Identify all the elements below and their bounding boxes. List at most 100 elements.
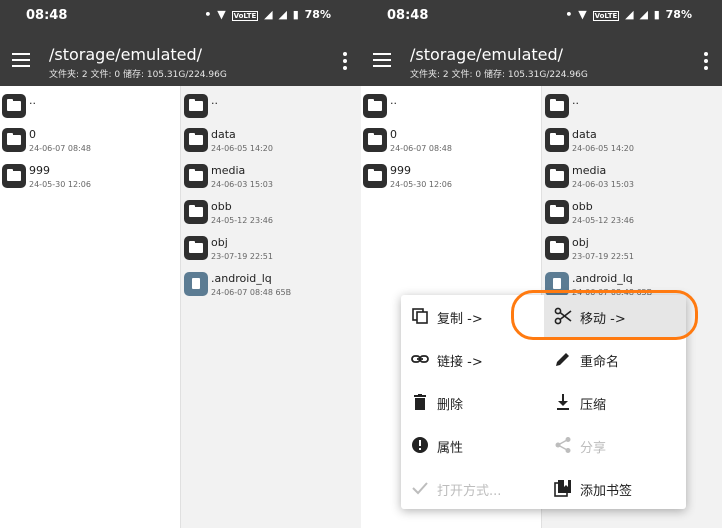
more-options-icon[interactable] <box>343 52 347 70</box>
folder-icon <box>184 164 208 188</box>
file-name: .android_lq <box>572 272 633 285</box>
file-date: 24-06-03 15:03 <box>572 180 634 189</box>
folder-icon <box>2 94 26 118</box>
file-date: 23-07-19 22:51 <box>572 252 634 261</box>
list-item-folder-obb[interactable]: obb 24-05-12 23:46 <box>181 196 361 232</box>
status-icons: • ▼ VoLTE ◢ ◢ ▮ 78% <box>563 8 692 21</box>
file-name: data <box>572 128 597 141</box>
list-item-folder-0[interactable]: 0 24-06-07 08:48 <box>361 124 541 160</box>
folder-icon <box>2 128 26 152</box>
menu-item-label: 复制 -> <box>437 312 483 327</box>
folder-icon <box>184 94 208 118</box>
menu-item-label: 分享 <box>580 441 607 456</box>
file-date: 24-05-12 23:46 <box>572 216 634 225</box>
file-name: .. <box>390 94 397 107</box>
menu-item-rename[interactable]: 重命名 <box>544 338 686 380</box>
file-name: 0 <box>29 128 36 141</box>
menu-icon[interactable] <box>373 53 391 67</box>
folder-icon <box>545 200 569 224</box>
list-item-folder-obj[interactable]: obj 23-07-19 22:51 <box>181 232 361 268</box>
folder-icon <box>2 164 26 188</box>
folder-icon <box>184 200 208 224</box>
battery-icon: ▮ <box>653 8 660 21</box>
list-item-parent-dir[interactable]: .. <box>542 90 722 126</box>
file-name: .. <box>572 94 579 107</box>
highlight-annotation <box>511 290 698 340</box>
list-item-parent-dir[interactable]: .. <box>0 90 180 126</box>
list-item-folder-data[interactable]: data 24-06-05 14:20 <box>542 124 722 160</box>
menu-item-delete[interactable]: 删除 <box>401 381 543 423</box>
share-icon <box>554 436 572 454</box>
path-title: /storage/emulated/ <box>410 45 564 64</box>
list-item-folder-0[interactable]: 0 24-06-07 08:48 <box>0 124 180 160</box>
signal-icon: ◢ <box>639 8 648 21</box>
file-name: obb <box>211 200 232 213</box>
folder-icon <box>545 164 569 188</box>
file-name: media <box>572 164 607 177</box>
status-bar: 08:48 • ▼ VoLTE ◢ ◢ ▮ 78% <box>361 0 722 32</box>
path-title: /storage/emulated/ <box>49 45 203 64</box>
right-file-pane: .. data 24-06-05 14:20 media 24-06-03 15… <box>181 86 361 528</box>
trash-icon <box>411 393 429 411</box>
file-date: 24-05-30 12:06 <box>29 180 91 189</box>
menu-item-link[interactable]: 链接 -> <box>401 338 543 380</box>
more-options-icon[interactable] <box>704 52 708 70</box>
copy-icon <box>411 307 429 325</box>
volte-icon: VoLTE <box>592 11 620 21</box>
file-date: 24-06-05 14:20 <box>572 144 634 153</box>
battery-icon: ▮ <box>292 8 299 21</box>
menu-item-label: 链接 -> <box>437 355 483 370</box>
bookmark-icon <box>554 479 572 497</box>
menu-icon[interactable] <box>12 53 30 67</box>
folder-icon <box>184 128 208 152</box>
list-item-parent-dir[interactable]: .. <box>181 90 361 126</box>
menu-item-add-bookmark[interactable]: 添加书签 <box>544 467 686 509</box>
file-name: .. <box>211 94 218 107</box>
folder-icon <box>363 128 387 152</box>
battery-percent: 78% <box>665 8 692 21</box>
list-item-file-android-lq[interactable]: .android_lq 24-06-07 08:48 65B <box>181 268 361 304</box>
toolbar: /storage/emulated/ 文件夹: 2 文件: 0 储存: 105.… <box>361 32 722 86</box>
menu-item-properties[interactable]: 属性 <box>401 424 543 466</box>
list-item-folder-data[interactable]: data 24-06-05 14:20 <box>181 124 361 160</box>
list-item-folder-media[interactable]: media 24-06-03 15:03 <box>181 160 361 196</box>
file-date: 24-06-05 14:20 <box>211 144 273 153</box>
signal-icon: ◢ <box>625 8 634 21</box>
file-date: 24-06-07 08:48 <box>390 144 452 153</box>
folder-icon <box>363 94 387 118</box>
file-name: obb <box>572 200 593 213</box>
file-name: obj <box>572 236 589 249</box>
list-item-folder-obb[interactable]: obb 24-05-12 23:46 <box>542 196 722 232</box>
wifi-icon: ▼ <box>578 8 587 21</box>
folder-icon <box>184 236 208 260</box>
phone-screen-left: 08:48 • ▼ VoLTE ◢ ◢ ▮ 78% /storage/emula… <box>0 0 361 528</box>
pencil-icon <box>554 350 572 368</box>
menu-item-open-with[interactable]: 打开方式... <box>401 467 543 509</box>
menu-item-label: 属性 <box>437 441 464 456</box>
menu-item-label: 重命名 <box>580 355 620 370</box>
file-date: 24-05-12 23:46 <box>211 216 273 225</box>
storage-summary: 文件夹: 2 文件: 0 储存: 105.31G/224.96G <box>410 70 588 80</box>
status-bar: 08:48 • ▼ VoLTE ◢ ◢ ▮ 78% <box>0 0 361 32</box>
storage-summary: 文件夹: 2 文件: 0 储存: 105.31G/224.96G <box>49 70 227 80</box>
list-item-folder-media[interactable]: media 24-06-03 15:03 <box>542 160 722 196</box>
signal-icon: ◢ <box>264 8 273 21</box>
folder-icon <box>545 128 569 152</box>
status-time: 08:48 <box>387 8 429 23</box>
list-item-folder-999[interactable]: 999 24-05-30 12:06 <box>361 160 541 196</box>
menu-item-compress[interactable]: 压缩 <box>544 381 686 423</box>
list-item-folder-obj[interactable]: obj 23-07-19 22:51 <box>542 232 722 268</box>
menu-item-label: 压缩 <box>580 398 607 413</box>
file-date: 24-06-07 08:48 <box>29 144 91 153</box>
notification-dot-icon: • <box>565 8 573 21</box>
menu-item-label: 打开方式... <box>437 484 502 499</box>
file-name: .. <box>29 94 36 107</box>
list-item-folder-999[interactable]: 999 24-05-30 12:06 <box>0 160 180 196</box>
file-name: 0 <box>390 128 397 141</box>
battery-percent: 78% <box>304 8 331 21</box>
file-name: 999 <box>390 164 411 177</box>
menu-item-share[interactable]: 分享 <box>544 424 686 466</box>
download-icon <box>554 393 572 411</box>
list-item-parent-dir[interactable]: .. <box>361 90 541 126</box>
file-name: media <box>211 164 246 177</box>
